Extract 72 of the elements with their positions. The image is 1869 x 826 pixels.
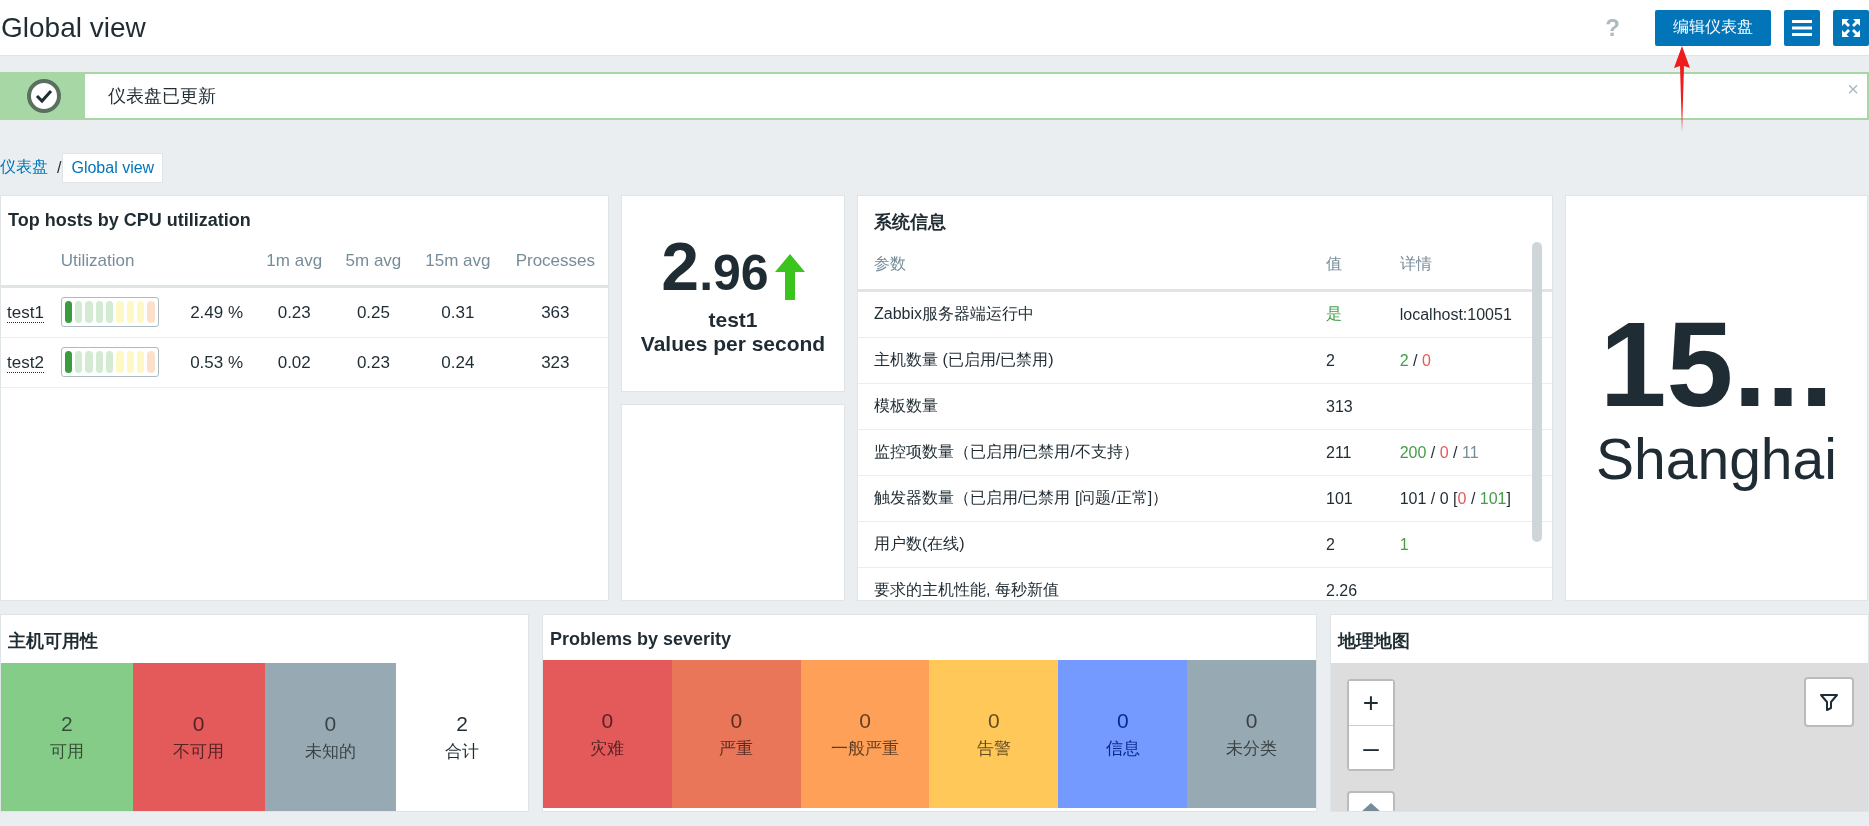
table-cell: 2 / 0: [1399, 351, 1431, 369]
table-cell: 101 / 0 [0 / 101]: [1399, 489, 1511, 507]
table-cell: 2.26: [1310, 567, 1384, 600]
host-link[interactable]: test2: [7, 352, 44, 373]
zoom-out-button[interactable]: –: [1349, 725, 1393, 769]
severity-tile[interactable]: 0 严重: [671, 660, 801, 808]
table-cell: 监控项数量（已启用/已禁用/不支持）: [858, 429, 1310, 476]
item-value: 2.96: [661, 231, 769, 300]
column-header: 值: [1310, 242, 1384, 291]
table-cell: 触发器数量（已启用/已禁用 [问题/正常]）: [858, 475, 1310, 522]
table-cell: 101: [1310, 475, 1384, 522]
clock-time: 15...: [1599, 304, 1834, 424]
scrollbar[interactable]: [1532, 242, 1542, 542]
message-text: 仪表盘已更新: [108, 85, 216, 108]
availability-tile[interactable]: 2 可用: [1, 663, 133, 811]
table-cell: 2.49 %: [178, 286, 255, 338]
availability-tile[interactable]: 0 不可用: [132, 663, 265, 811]
column-header: Utilization: [52, 239, 255, 287]
table-cell: 2: [1310, 521, 1384, 568]
column-header: 5m avg: [333, 239, 414, 287]
time-zone: Shanghai: [1596, 426, 1837, 492]
check-icon: [25, 78, 62, 114]
widget-title: 地理地图: [1336, 630, 1411, 653]
table-cell: 0.53 %: [178, 337, 255, 388]
filter-icon: [1819, 692, 1839, 712]
table-cell: 0.24: [413, 337, 503, 388]
widget-title: Problems by severity: [549, 628, 733, 651]
table-cell: 主机数量 (已启用/已禁用): [858, 337, 1310, 384]
table-cell: 0.23: [333, 337, 414, 388]
availability-tile[interactable]: 0 未知的: [264, 663, 397, 811]
table-cell: localhost:10051: [1399, 305, 1512, 323]
widget-title: 系统信息: [873, 211, 947, 234]
table-cell: 0.25: [333, 286, 414, 338]
column-header: Processes: [502, 239, 608, 287]
severity-tile[interactable]: 0 告警: [929, 660, 1059, 808]
widget-title: 主机可用性: [7, 630, 99, 653]
table-cell: 是: [1310, 290, 1384, 338]
severity-tile[interactable]: 0 未分类: [1187, 660, 1316, 808]
breadcrumb-link[interactable]: Global view: [62, 152, 164, 183]
fullscreen-icon: [1841, 17, 1861, 38]
table-cell: Zabbix服务器端运行中: [858, 290, 1310, 338]
table-cell: 模板数量: [858, 383, 1310, 430]
fullscreen-button[interactable]: [1833, 9, 1869, 46]
breadcrumb-separator: /: [57, 158, 62, 177]
table-cell: 要求的主机性能, 每秒新值: [858, 567, 1310, 600]
filter-button[interactable]: [1804, 677, 1854, 727]
column-header: 参数: [858, 242, 1310, 291]
table-cell: 2: [1310, 337, 1384, 384]
item-description: Values per second: [640, 331, 826, 356]
widget-title: Top hosts by CPU utilization: [7, 209, 252, 232]
menu-button[interactable]: [1784, 9, 1820, 46]
table-cell: 313: [1310, 383, 1384, 430]
edit-dashboard-button[interactable]: 编辑仪表盘: [1655, 9, 1771, 46]
column-header: 15m avg: [413, 239, 503, 287]
table-cell: 363: [502, 286, 608, 338]
table-cell: 用户数(在线): [858, 521, 1310, 568]
breadcrumb-link[interactable]: 仪表盘: [0, 152, 56, 183]
severity-tile[interactable]: 0 信息: [1058, 660, 1188, 808]
severity-tile[interactable]: 0 灾难: [543, 660, 672, 808]
table-cell: 0.31: [413, 286, 503, 338]
severity-tile[interactable]: 0 一般严重: [800, 660, 930, 808]
host-link[interactable]: test1: [7, 302, 44, 323]
page-title: Global view: [1, 13, 146, 42]
table-cell: 0.02: [254, 337, 334, 388]
table-cell: 323: [502, 337, 608, 388]
menu-icon: [1792, 18, 1812, 37]
table-cell: 211: [1310, 429, 1384, 476]
table-cell: 0.23: [254, 286, 334, 338]
table-cell: 200 / 0 / 11: [1399, 443, 1479, 461]
host-name: test1: [708, 307, 758, 332]
table-cell: 1: [1399, 535, 1409, 553]
column-header: 1m avg: [254, 239, 334, 287]
